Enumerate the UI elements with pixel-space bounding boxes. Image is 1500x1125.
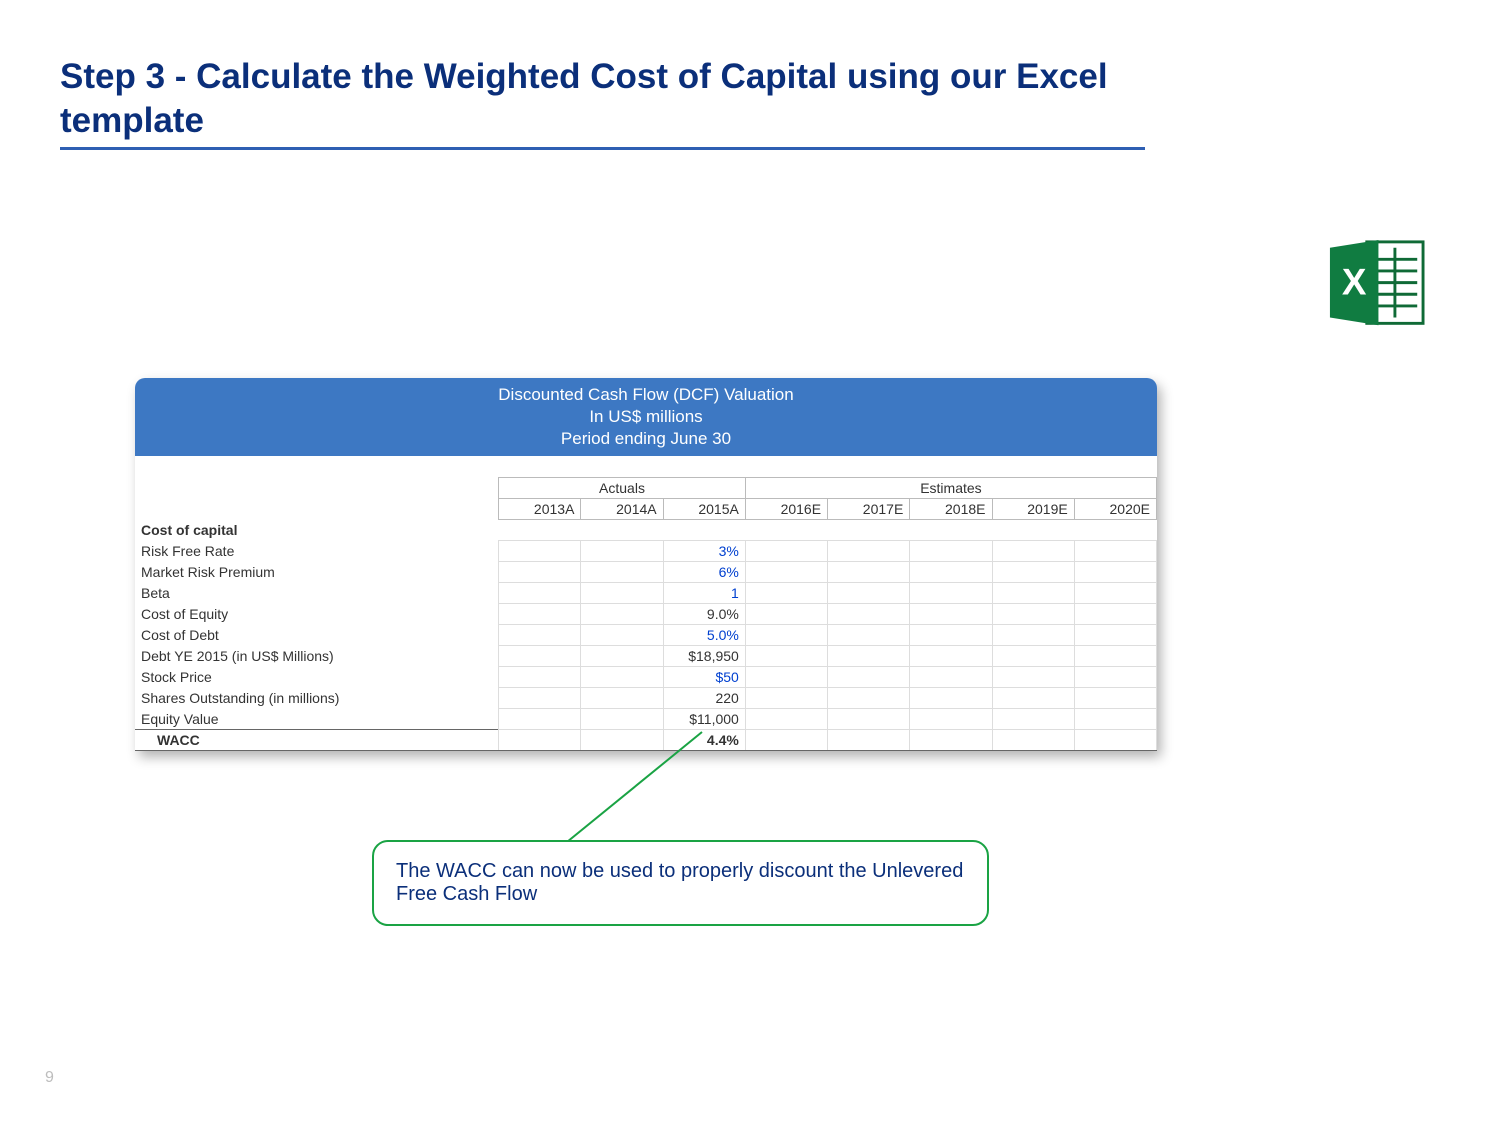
table-header-line-3: Period ending June 30	[135, 428, 1157, 450]
year-col: 2018E	[910, 498, 992, 519]
page-title: Step 3 - Calculate the Weighted Cost of …	[60, 55, 1145, 150]
row-label: Market Risk Premium	[135, 561, 499, 582]
row-value: $50	[663, 666, 745, 687]
row-label: Debt YE 2015 (in US$ Millions)	[135, 645, 499, 666]
row-value: 9.0%	[663, 603, 745, 624]
row-value: 3%	[663, 540, 745, 561]
table-row: Debt YE 2015 (in US$ Millions) $18,950	[135, 645, 1157, 666]
row-value: 6%	[663, 561, 745, 582]
page-number: 9	[45, 1069, 54, 1087]
row-label: Shares Outstanding (in millions)	[135, 687, 499, 708]
table-header: Discounted Cash Flow (DCF) Valuation In …	[135, 378, 1157, 456]
row-label: Cost of Debt	[135, 624, 499, 645]
row-value: 1	[663, 582, 745, 603]
wacc-row: WACC 4.4%	[135, 729, 1157, 750]
callout-box: The WACC can now be used to properly dis…	[372, 840, 989, 926]
year-col: 2017E	[828, 498, 910, 519]
year-col: 2020E	[1074, 498, 1156, 519]
row-value: 5.0%	[663, 624, 745, 645]
table-row: Shares Outstanding (in millions) 220	[135, 687, 1157, 708]
table-row: Beta 1	[135, 582, 1157, 603]
row-label: Risk Free Rate	[135, 540, 499, 561]
year-col: 2014A	[581, 498, 663, 519]
table-row: Market Risk Premium 6%	[135, 561, 1157, 582]
row-value: $11,000	[663, 708, 745, 729]
table-header-line-1: Discounted Cash Flow (DCF) Valuation	[135, 384, 1157, 406]
table-row: Cost of Equity 9.0%	[135, 603, 1157, 624]
year-col: 2015A	[663, 498, 745, 519]
group-actuals: Actuals	[499, 477, 746, 498]
row-value: $18,950	[663, 645, 745, 666]
year-col: 2019E	[992, 498, 1074, 519]
wacc-label: WACC	[135, 729, 499, 750]
table-row: Risk Free Rate 3%	[135, 540, 1157, 561]
section-header: Cost of capital	[135, 519, 1157, 540]
excel-icon: X	[1328, 238, 1425, 328]
table-row: Equity Value $11,000	[135, 708, 1157, 729]
row-label: Stock Price	[135, 666, 499, 687]
row-value: 220	[663, 687, 745, 708]
row-label: Cost of Equity	[135, 603, 499, 624]
year-col: 2016E	[745, 498, 827, 519]
table-header-line-2: In US$ millions	[135, 406, 1157, 428]
year-col: 2013A	[499, 498, 581, 519]
table-row: Cost of Debt 5.0%	[135, 624, 1157, 645]
table-row: Stock Price $50	[135, 666, 1157, 687]
row-label: Beta	[135, 582, 499, 603]
svg-text:X: X	[1342, 261, 1367, 302]
dcf-table: Discounted Cash Flow (DCF) Valuation In …	[135, 378, 1157, 751]
row-label: Equity Value	[135, 708, 499, 729]
wacc-value: 4.4%	[663, 729, 745, 750]
group-estimates: Estimates	[745, 477, 1156, 498]
callout-text: The WACC can now be used to properly dis…	[396, 860, 963, 905]
